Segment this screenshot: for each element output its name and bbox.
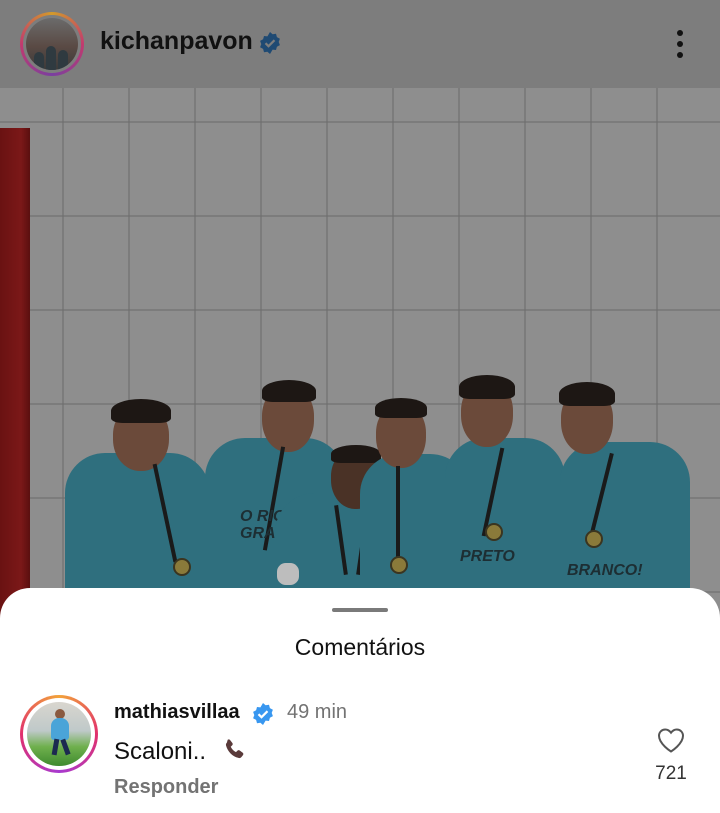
verified-badge-icon	[253, 703, 273, 725]
red-pole	[0, 128, 30, 618]
person-1	[55, 393, 215, 618]
telephone-receiver-icon	[225, 739, 244, 759]
comment-username[interactable]: mathiasvillaa	[114, 701, 240, 724]
shirt-print: PRETO	[460, 548, 515, 565]
reply-button[interactable]: Responder	[114, 776, 218, 799]
post-header: kichanpavon	[0, 0, 720, 88]
comment-timestamp: 49 min	[287, 701, 348, 723]
heart-icon[interactable]	[656, 726, 686, 754]
comment-text: Scaloni..	[114, 738, 207, 765]
avatar-image	[27, 702, 91, 766]
comments-sheet: Comentários mathiasvillaa 49 min Scaloni…	[0, 588, 720, 813]
more-vertical-icon[interactable]	[668, 26, 692, 62]
like-count: 721	[655, 763, 687, 784]
person-6: BRANCO!	[555, 380, 695, 618]
post-photo: O RIO GRANDE PRETO BRANCO!	[0, 88, 720, 618]
post-username[interactable]: kichanpavon	[100, 27, 253, 56]
sheet-title: Comentários	[294, 634, 426, 660]
person-5: PRETO	[445, 373, 565, 618]
sheet-drag-handle[interactable]	[332, 608, 388, 612]
shirt-print: BRANCO!	[567, 562, 643, 579]
post-author-avatar[interactable]	[20, 12, 84, 76]
verified-badge-icon	[260, 32, 280, 54]
commenter-avatar[interactable]	[20, 695, 98, 773]
avatar-image	[26, 18, 78, 70]
wristband	[277, 563, 299, 585]
